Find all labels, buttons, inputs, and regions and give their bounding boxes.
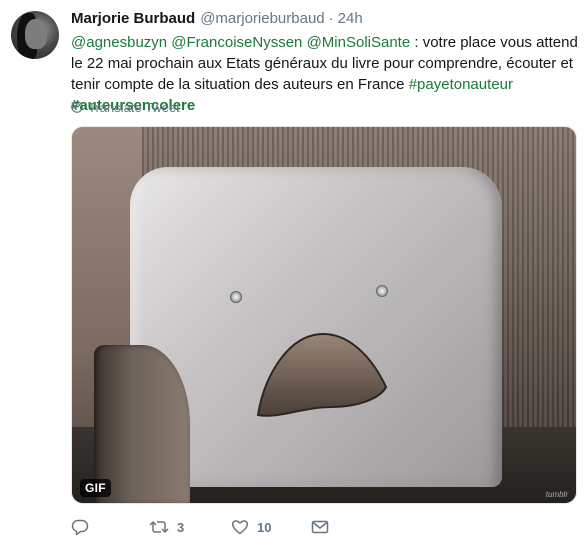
retweet-count: 3: [177, 519, 185, 535]
gif-media[interactable]: GIF tumblr: [71, 126, 577, 504]
tweet-actions: 3 10: [71, 516, 371, 538]
header-separator: ·: [328, 10, 334, 27]
author-handle[interactable]: @marjorieburbaud: [200, 10, 324, 27]
media-watermark: tumblr: [545, 490, 568, 499]
mention-link[interactable]: @agnesbuzyn: [71, 34, 167, 51]
like-count: 10: [257, 519, 272, 535]
bolt-eye-left: [230, 291, 242, 303]
translate-tweet-link[interactable]: Translate Tweet: [71, 98, 180, 116]
mention-link[interactable]: @MinSoliSante: [307, 34, 411, 51]
avatar[interactable]: [11, 11, 59, 59]
reply-button[interactable]: [71, 516, 89, 538]
gif-badge: GIF: [80, 479, 111, 497]
tweet-timestamp[interactable]: 24h: [338, 10, 363, 27]
envelope-icon: [311, 520, 329, 534]
bolt-eye-right: [376, 285, 388, 297]
retweet-button[interactable]: 3: [149, 516, 184, 538]
globe-icon: [71, 101, 83, 113]
reply-icon: [71, 519, 89, 536]
like-button[interactable]: 10: [231, 516, 271, 538]
retweet-icon: [149, 520, 169, 534]
translate-label: Translate Tweet: [88, 99, 180, 115]
avatar-face: [25, 19, 47, 49]
direct-message-button[interactable]: [311, 516, 329, 538]
hashtag-link[interactable]: #payetonauteur: [409, 76, 513, 93]
mention-link[interactable]: @FrancoiseNyssen: [171, 34, 302, 51]
heart-icon: [231, 520, 249, 535]
author-name[interactable]: Marjorie Burbaud: [71, 10, 195, 27]
tweet-header: Marjorie Burbaud @marjorieburbaud · 24h: [71, 10, 363, 30]
plate-mouth-opening: [256, 333, 388, 417]
